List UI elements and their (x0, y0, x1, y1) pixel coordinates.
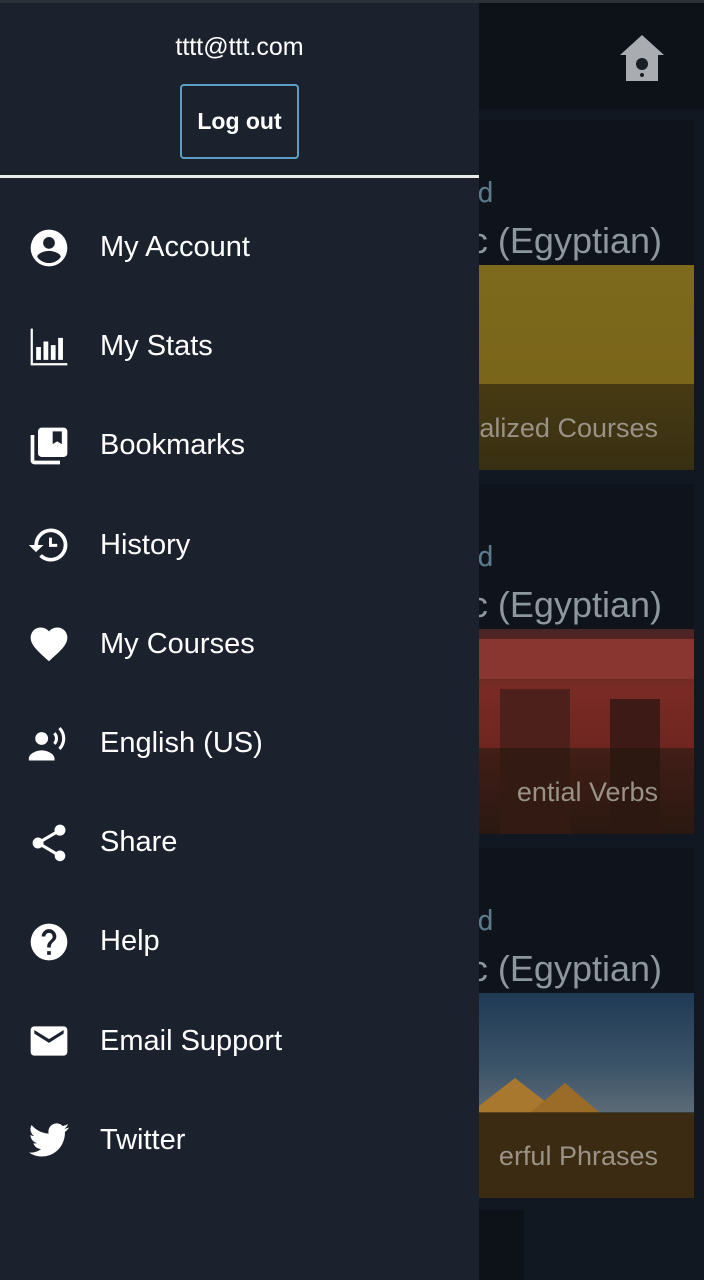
bar-chart-icon (26, 324, 72, 370)
card-caption: erful Phrases (498, 1141, 658, 1171)
logout-button[interactable]: Log out (180, 84, 299, 159)
account-circle-icon (26, 225, 72, 271)
twitter-icon (26, 1117, 72, 1163)
menu-item-label: My Stats (100, 330, 213, 363)
card-course-title: c (Egyptian) (469, 584, 662, 625)
menu-item-share[interactable]: Share (0, 793, 479, 892)
menu-item-label: My Account (100, 231, 250, 264)
share-icon (26, 820, 72, 866)
user-email: tttt@ttt.com (175, 33, 304, 61)
menu-item-my-courses[interactable]: My Courses (0, 595, 479, 694)
menu-item-label: Twitter (100, 1123, 186, 1156)
menu-item-label: History (100, 528, 191, 561)
menu-item-label: Share (100, 826, 178, 859)
menu-item-label: Email Support (100, 1024, 283, 1057)
card-eyebrow: d (477, 540, 494, 573)
divider (0, 175, 479, 178)
heart-icon (26, 621, 72, 667)
menu-item-label: My Courses (100, 627, 255, 660)
birdhouse-home-icon (620, 35, 664, 81)
help-circle-icon (26, 919, 72, 965)
card-course-title: c (Egyptian) (469, 948, 662, 989)
menu-item-label: English (US) (100, 727, 263, 760)
card-caption: alized Courses (479, 413, 658, 443)
card-course-title: c (Egyptian) (469, 220, 662, 261)
menu-item-email-support[interactable]: Email Support (0, 992, 479, 1091)
menu-item-language[interactable]: English (US) (0, 694, 479, 793)
card-eyebrow: d (477, 176, 494, 209)
menu-item-twitter[interactable]: Twitter (0, 1091, 479, 1190)
drawer-menu: My Account My Stats Bookmarks History My… (0, 198, 479, 1190)
card-caption: ential Verbs (516, 777, 658, 807)
history-icon (26, 522, 72, 568)
email-icon (26, 1018, 72, 1064)
menu-item-label: Bookmarks (100, 429, 246, 462)
menu-item-label: Help (100, 925, 160, 958)
menu-item-history[interactable]: History (0, 496, 479, 595)
card-eyebrow: d (477, 904, 494, 937)
menu-item-bookmarks[interactable]: Bookmarks (0, 396, 479, 495)
home-button[interactable] (616, 31, 668, 87)
voice-language-icon (26, 721, 72, 767)
menu-item-my-account[interactable]: My Account (0, 198, 479, 297)
navigation-drawer: tttt@ttt.com Log out My Account My Stats… (0, 0, 479, 1280)
bookmarks-icon (26, 423, 72, 469)
menu-item-help[interactable]: Help (0, 892, 479, 991)
menu-item-my-stats[interactable]: My Stats (0, 297, 479, 396)
